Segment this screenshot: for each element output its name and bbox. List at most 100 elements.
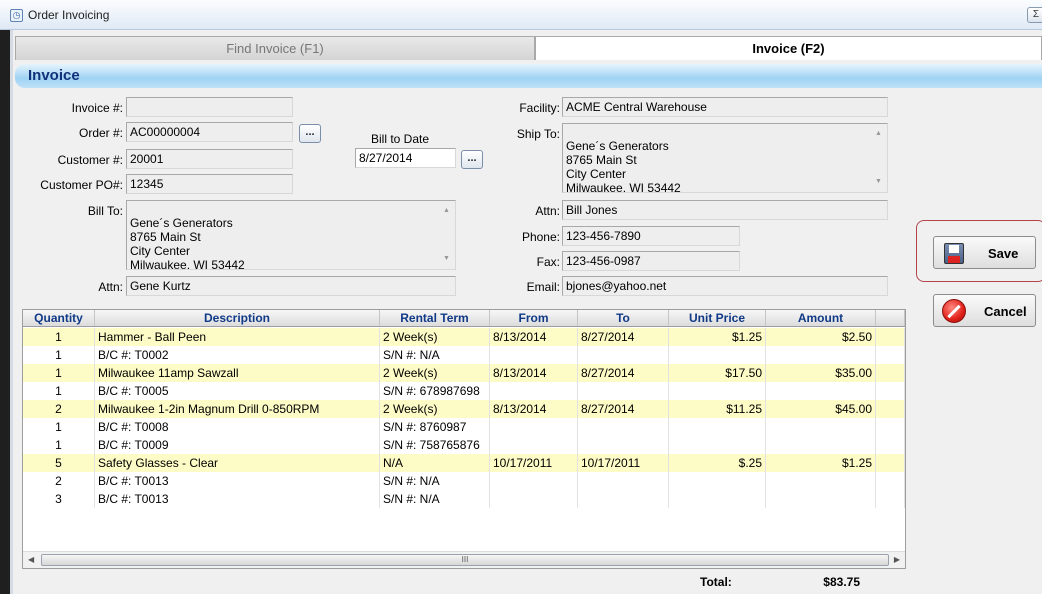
cell-amount <box>766 382 876 400</box>
bill-to-date-picker-button[interactable]: ... <box>461 150 483 169</box>
cell-description: B/C #: T0008 <box>95 418 380 436</box>
app-icon: ◷ <box>10 9 23 22</box>
cell-filler <box>876 490 905 508</box>
ship-to-field[interactable]: Gene´s Generators 8765 Main St City Cent… <box>562 123 888 193</box>
cell-unit-price <box>669 490 766 508</box>
cell-quantity: 2 <box>23 472 95 490</box>
invoice-number-field[interactable] <box>126 97 293 117</box>
cell-description: B/C #: T0002 <box>95 346 380 364</box>
cell-rental-term: S/N #: 678987698 <box>380 382 490 400</box>
cell-from <box>490 436 578 454</box>
table-row[interactable]: 1 B/C #: T0005 S/N #: 678987698 <box>23 382 905 400</box>
table-row[interactable]: 1 B/C #: T0009 S/N #: 758765876 <box>23 436 905 454</box>
cell-filler <box>876 472 905 490</box>
cancel-button[interactable]: Cancel <box>933 294 1036 327</box>
save-button-label: Save <box>988 246 1019 261</box>
cell-unit-price <box>669 418 766 436</box>
table-row[interactable]: 1 Milwaukee 11amp Sawzall 2 Week(s) 8/13/20… <box>23 364 905 382</box>
customer-po-field[interactable]: 12345 <box>126 174 293 194</box>
fax-field[interactable]: 123-456-0987 <box>562 251 740 271</box>
table-row[interactable]: 2 B/C #: T0013 S/N #: N/A <box>23 472 905 490</box>
tab-invoice[interactable]: Invoice (F2) <box>535 36 1042 60</box>
cell-amount <box>766 472 876 490</box>
cell-amount <box>766 436 876 454</box>
scrollbar-thumb[interactable]: III <box>41 554 889 566</box>
ship-attn-field[interactable]: Bill Jones <box>562 200 888 220</box>
order-number-label: Order #: <box>78 126 123 140</box>
cell-description: Safety Glasses - Clear <box>95 454 380 472</box>
column-header-quantity[interactable]: Quantity <box>23 310 95 326</box>
table-row[interactable]: 3 B/C #: T0013 S/N #: N/A <box>23 490 905 508</box>
order-number-field[interactable]: AC00000004 <box>126 122 293 142</box>
cell-rental-term: 2 Week(s) <box>380 400 490 418</box>
customer-number-field[interactable]: 20001 <box>126 149 293 169</box>
bill-attn-field[interactable]: Gene Kurtz <box>126 276 456 296</box>
cell-rental-term: N/A <box>380 454 490 472</box>
table-row[interactable]: 1 B/C #: T0002 S/N #: N/A <box>23 346 905 364</box>
table-row[interactable]: 1 Hammer - Ball Peen 2 Week(s) 8/13/2014 8/2… <box>23 328 905 346</box>
cell-description: Hammer - Ball Peen <box>95 328 380 346</box>
scroll-left-icon[interactable]: ◀ <box>28 555 34 564</box>
fax-label: Fax: <box>536 255 560 269</box>
scroll-up-icon[interactable]: ▲ <box>875 127 882 141</box>
column-header-description[interactable]: Description <box>95 310 380 326</box>
cell-to: 8/27/2014 <box>578 328 669 346</box>
cell-to <box>578 346 669 364</box>
scroll-down-icon[interactable]: ▼ <box>443 252 450 266</box>
cell-filler <box>876 364 905 382</box>
cell-unit-price: $17.50 <box>669 364 766 382</box>
customer-po-label: Customer PO#: <box>40 178 123 192</box>
table-row[interactable]: 1 B/C #: T0008 S/N #: 8760987 <box>23 418 905 436</box>
tab-find-invoice[interactable]: Find Invoice (F1) <box>15 36 535 60</box>
cell-quantity: 1 <box>23 328 95 346</box>
cell-description: Milwaukee 1-2in Magnum Drill 0-850RPM <box>95 400 380 418</box>
phone-field[interactable]: 123-456-7890 <box>562 226 740 246</box>
bill-to-scrollbar[interactable]: ▲ ▼ <box>441 202 454 268</box>
cell-filler <box>876 418 905 436</box>
save-button[interactable]: Save <box>933 236 1036 269</box>
email-label: Email: <box>526 280 560 294</box>
phone-label: Phone: <box>521 230 560 244</box>
cell-amount: $2.50 <box>766 328 876 346</box>
cell-from <box>490 490 578 508</box>
cell-unit-price <box>669 436 766 454</box>
facility-field[interactable]: ACME Central Warehouse <box>562 97 888 117</box>
table-row[interactable]: 2 Milwaukee 1-2in Magnum Drill 0-850RPM 2 … <box>23 400 905 418</box>
scroll-right-icon[interactable]: ▶ <box>894 555 900 564</box>
section-title: Invoice <box>28 67 80 84</box>
email-field[interactable]: bjones@yahoo.net <box>562 276 888 296</box>
order-lookup-button[interactable]: ... <box>299 124 321 143</box>
cell-rental-term: 2 Week(s) <box>380 328 490 346</box>
scroll-down-icon[interactable]: ▼ <box>875 175 882 189</box>
column-header-unit-price[interactable]: Unit Price <box>669 310 766 326</box>
cell-description: B/C #: T0005 <box>95 382 380 400</box>
ship-to-scrollbar[interactable]: ▲ ▼ <box>873 125 886 191</box>
cell-filler <box>876 346 905 364</box>
cell-quantity: 1 <box>23 364 95 382</box>
bill-to-address: Gene´s Generators 8765 Main St City Cent… <box>130 216 245 270</box>
window-control-button[interactable]: Σ <box>1027 7 1042 23</box>
grid-horizontal-scrollbar[interactable]: ◀ III ▶ <box>23 551 905 568</box>
section-header: Invoice <box>15 64 1042 88</box>
cell-from: 10/17/2011 <box>490 454 578 472</box>
cell-quantity: 3 <box>23 490 95 508</box>
bill-to-field[interactable]: Gene´s Generators 8765 Main St City Cent… <box>126 200 456 270</box>
table-row[interactable]: 5 Safety Glasses - Clear N/A 10/17/2011 10/1… <box>23 454 905 472</box>
scroll-up-icon[interactable]: ▲ <box>443 204 450 218</box>
cell-amount <box>766 418 876 436</box>
cell-quantity: 1 <box>23 436 95 454</box>
invoice-lines-grid[interactable]: Quantity Description Rental Term From To… <box>22 309 906 569</box>
cell-from <box>490 472 578 490</box>
bill-to-label: Bill To: <box>87 204 123 218</box>
cell-to <box>578 382 669 400</box>
bill-to-date-label: Bill to Date <box>370 132 430 146</box>
column-header-to[interactable]: To <box>578 310 669 326</box>
cell-rental-term: S/N #: 8760987 <box>380 418 490 436</box>
column-header-amount[interactable]: Amount <box>766 310 876 326</box>
column-header-rental-term[interactable]: Rental Term <box>380 310 490 326</box>
cell-amount <box>766 346 876 364</box>
cancel-button-label: Cancel <box>984 304 1027 319</box>
column-header-from[interactable]: From <box>490 310 578 326</box>
bill-to-date-field[interactable]: 8/27/2014 <box>355 148 456 168</box>
bill-attn-label: Attn: <box>98 280 123 294</box>
